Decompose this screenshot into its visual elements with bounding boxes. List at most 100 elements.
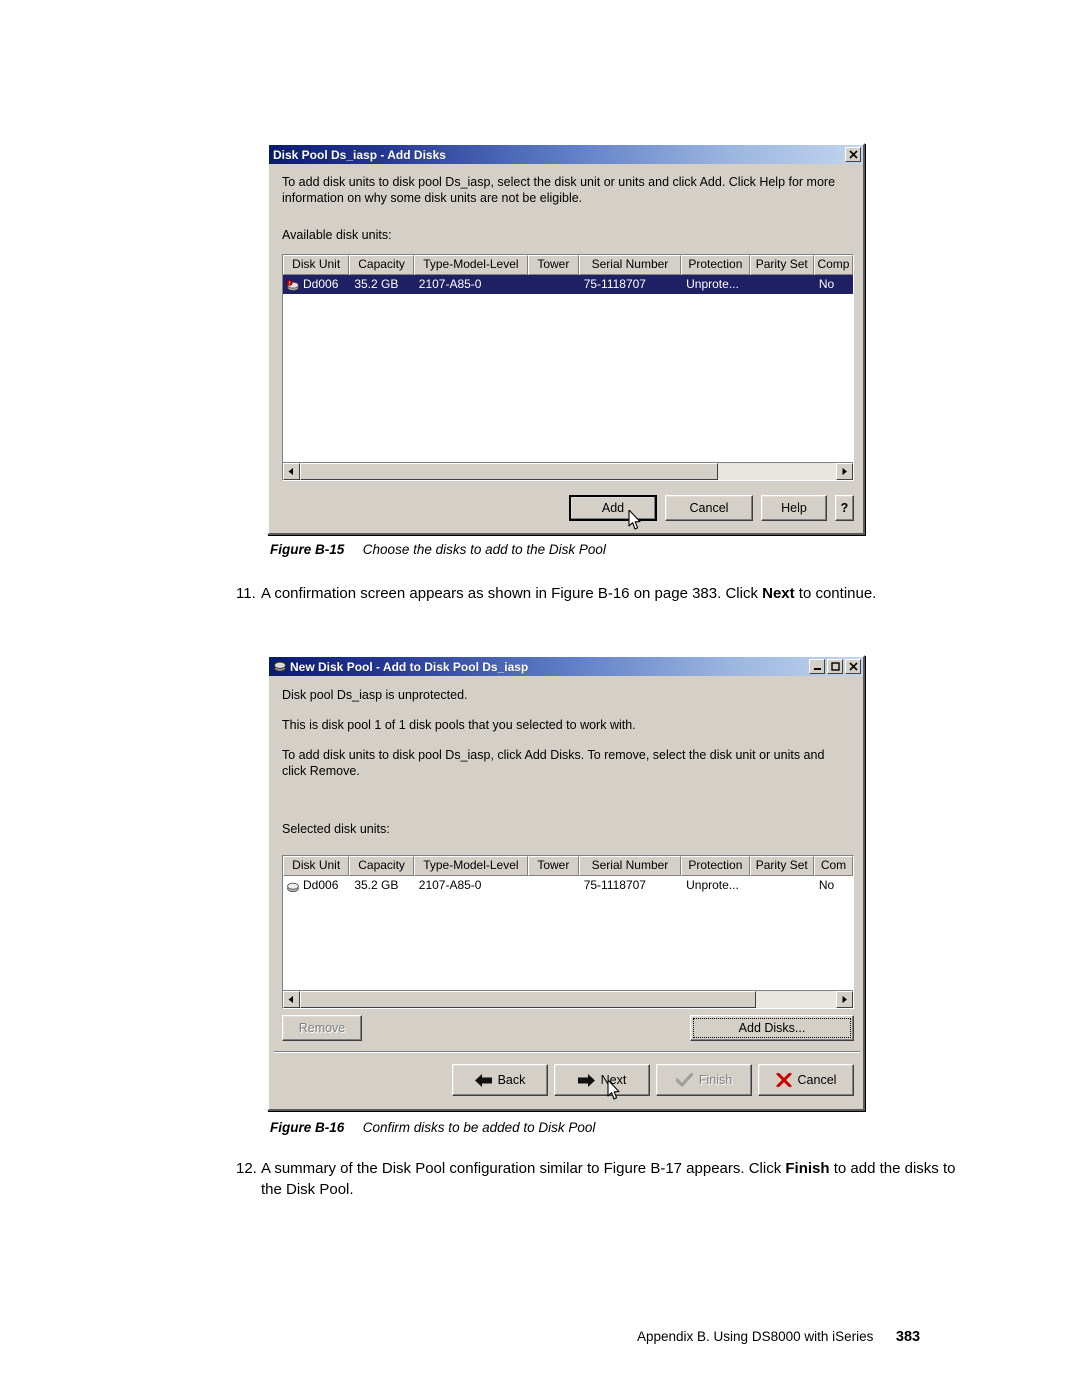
scrollbar-track[interactable]	[300, 463, 836, 480]
column-header-serial-number[interactable]: Serial Number	[578, 856, 682, 876]
column-header-parity-set[interactable]: Parity Set	[749, 856, 814, 876]
add-disks-titlebar: Disk Pool Ds_iasp - Add Disks	[269, 145, 863, 164]
remove-button[interactable]: Remove	[282, 1015, 362, 1041]
scrollbar-track[interactable]	[300, 991, 836, 1008]
column-header-parity-set[interactable]: Parity Set	[749, 255, 814, 275]
cell-com: No	[818, 878, 835, 892]
scroll-right-icon[interactable]	[836, 463, 853, 480]
cancel-button[interactable]: Cancel	[758, 1064, 854, 1096]
column-header-capacity[interactable]: Capacity	[349, 856, 414, 876]
scrollbar-thumb[interactable]	[300, 991, 756, 1008]
step-11-text-before: A confirmation screen appears as shown i…	[261, 585, 763, 602]
column-header-type-model-level[interactable]: Type-Model-Level	[413, 255, 528, 275]
unprotected-message: Disk pool Ds_iasp is unprotected.	[282, 688, 468, 702]
disk-warning-icon	[286, 279, 300, 291]
cell-disk-unit-text: Dd006	[303, 277, 339, 291]
close-icon[interactable]	[845, 659, 861, 674]
finish-button[interactable]: Finish	[656, 1064, 752, 1096]
page-footer: Appendix B. Using DS8000 with iSeries 38…	[637, 1329, 920, 1345]
mouse-cursor	[628, 509, 642, 531]
horizontal-scrollbar[interactable]	[283, 462, 853, 480]
step-12-bold: Finish	[785, 1160, 830, 1177]
new-disk-pool-body: Disk pool Ds_iasp is unprotected. This i…	[269, 676, 863, 836]
cell-disk-unit: Dd006	[283, 275, 349, 294]
help-button[interactable]: Help	[761, 495, 827, 521]
wizard-button-bar: Back Next Finish Cancel	[282, 1063, 854, 1100]
cell-type-model-level: 2107-A85-0	[418, 277, 482, 291]
column-header-comp[interactable]: Comp	[813, 255, 853, 275]
page-number: 383	[895, 1329, 921, 1345]
next-button[interactable]: Next	[554, 1064, 650, 1100]
check-icon	[675, 1073, 693, 1087]
column-header-com[interactable]: Com	[813, 856, 853, 876]
step-11-text-after: to continue.	[794, 585, 877, 602]
context-help-button[interactable]: ?	[835, 495, 854, 521]
add-disks-button[interactable]: Add Disks...	[690, 1015, 854, 1041]
step-11-number: 11.	[236, 585, 256, 602]
selected-disk-units-list[interactable]: Disk Unit Capacity Type-Model-Level Towe…	[282, 855, 854, 1009]
disk-icon	[286, 880, 300, 892]
column-header-tower[interactable]: Tower	[527, 255, 579, 275]
arrow-right-icon	[577, 1073, 595, 1087]
figure-b15-caption-text: Choose the disks to add to the Disk Pool	[362, 542, 606, 557]
cell-protection: Unprote...	[686, 277, 739, 291]
cell-comp: No	[818, 277, 835, 291]
add-button[interactable]: Add	[569, 495, 657, 521]
cell-capacity: 35.2 GB	[354, 277, 399, 291]
step-11-paragraph: 11. A confirmation screen appears as sho…	[236, 583, 946, 604]
mouse-cursor	[607, 1079, 621, 1101]
scroll-left-icon[interactable]	[283, 991, 300, 1008]
cell-protection: Unprote...	[686, 878, 739, 892]
close-icon[interactable]	[845, 147, 861, 162]
wizard-separator	[274, 1051, 860, 1053]
footer-text: Appendix B. Using DS8000 with iSeries	[637, 1329, 874, 1344]
column-header-protection[interactable]: Protection	[681, 255, 750, 275]
horizontal-scrollbar[interactable]	[283, 990, 853, 1008]
back-button[interactable]: Back	[452, 1064, 548, 1096]
add-disks-body: To add disk units to disk pool Ds_iasp, …	[269, 164, 863, 242]
available-disk-units-list[interactable]: Disk Unit Capacity Type-Model-Level Towe…	[282, 254, 854, 481]
column-header-serial-number[interactable]: Serial Number	[578, 255, 682, 275]
selected-disk-units-label: Selected disk units:	[282, 822, 390, 836]
cell-disk-unit-text: Dd006	[303, 878, 339, 892]
figure-b15-caption-label: Figure B-15	[270, 542, 345, 557]
step-12-number: 12.	[236, 1160, 257, 1177]
list-header-row: Disk Unit Capacity Type-Model-Level Towe…	[283, 255, 853, 275]
new-disk-pool-titlebar: New Disk Pool - Add to Disk Pool Ds_iasp	[269, 657, 863, 676]
pool-count-message: This is disk pool 1 of 1 disk pools that…	[282, 718, 636, 732]
cancel-button-label: Cancel	[797, 1073, 837, 1087]
document-page: Disk Pool Ds_iasp - Add Disks To add dis…	[0, 0, 1080, 1397]
cell-capacity: 35.2 GB	[354, 878, 399, 892]
cell-serial-number: 75-1118707	[583, 277, 646, 291]
arrow-left-icon	[474, 1073, 492, 1087]
column-header-type-model-level[interactable]: Type-Model-Level	[413, 856, 528, 876]
column-header-disk-unit[interactable]: Disk Unit	[283, 856, 350, 876]
cell-serial-number: 75-1118707	[583, 878, 646, 892]
disk-icon	[273, 660, 287, 673]
table-row[interactable]: Dd006 35.2 GB 2107-A85-0 75-1118707 Unpr…	[283, 275, 853, 294]
step-11-bold: Next	[762, 585, 795, 602]
column-header-protection[interactable]: Protection	[681, 856, 750, 876]
minimize-icon[interactable]	[809, 659, 825, 674]
figure-b16-caption-label: Figure B-16	[270, 1120, 345, 1135]
list-header-row-2: Disk Unit Capacity Type-Model-Level Towe…	[283, 856, 853, 876]
scrollbar-thumb[interactable]	[300, 463, 719, 480]
scroll-right-icon[interactable]	[836, 991, 853, 1008]
new-disk-pool-title: New Disk Pool - Add to Disk Pool Ds_iasp	[290, 659, 529, 674]
scroll-left-icon[interactable]	[283, 463, 300, 480]
list-rows-2: Dd006 35.2 GB 2107-A85-0 75-1118707 Unpr…	[283, 876, 853, 990]
maximize-icon[interactable]	[827, 659, 843, 674]
list-rows: Dd006 35.2 GB 2107-A85-0 75-1118707 Unpr…	[283, 275, 853, 462]
add-disks-button-bar: Add Cancel Help ?	[282, 493, 854, 523]
column-header-tower[interactable]: Tower	[527, 856, 579, 876]
table-row[interactable]: Dd006 35.2 GB 2107-A85-0 75-1118707 Unpr…	[283, 876, 853, 895]
list-action-bar: Remove Add Disks...	[282, 1015, 854, 1043]
cell-type-model-level: 2107-A85-0	[418, 878, 482, 892]
cell-disk-unit: Dd006	[283, 876, 349, 895]
step-12-text-before: A summary of the Disk Pool configuration…	[261, 1160, 786, 1177]
column-header-disk-unit[interactable]: Disk Unit	[283, 255, 350, 275]
cancel-button[interactable]: Cancel	[665, 495, 753, 521]
figure-b16-caption: Figure B-16 Confirm disks to be added to…	[270, 1120, 595, 1135]
column-header-capacity[interactable]: Capacity	[349, 255, 414, 275]
new-disk-pool-dialog: New Disk Pool - Add to Disk Pool Ds_iasp…	[267, 655, 865, 1111]
